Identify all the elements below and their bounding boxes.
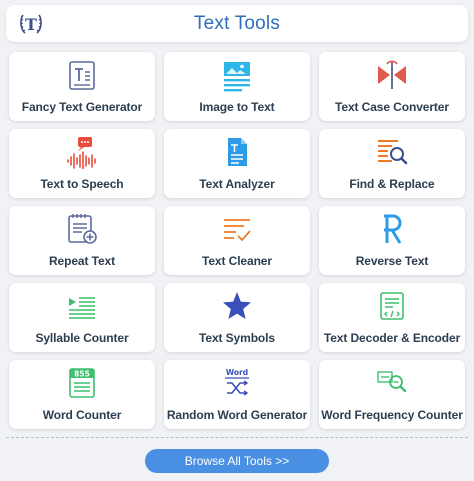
- tool-grid: Fancy Text Generator Image to Text Text …: [9, 52, 465, 429]
- tool-card-word-frequency-counter[interactable]: Word Frequency Counter: [319, 360, 465, 429]
- tool-label: Text Analyzer: [199, 177, 275, 191]
- tool-label: Random Word Generator: [166, 408, 308, 422]
- word-frequency-icon: [377, 371, 407, 393]
- tool-label: Fancy Text Generator: [21, 100, 143, 114]
- find-replace-icon: [378, 140, 408, 165]
- tool-card-text-symbols[interactable]: Text Symbols: [164, 283, 310, 352]
- text-analyzer-icon: [228, 138, 247, 166]
- image-to-text-icon: [224, 62, 250, 92]
- tool-label: Word Counter: [42, 408, 122, 422]
- section-divider: [6, 437, 468, 438]
- fancy-text-icon: [69, 61, 95, 90]
- tool-card-random-word-generator[interactable]: Word Random Word Generator: [164, 360, 310, 429]
- logo-letter: T: [25, 15, 37, 34]
- tool-label: Text to Speech: [40, 177, 124, 191]
- tool-card-image-to-text[interactable]: Image to Text: [164, 52, 310, 121]
- browse-all-tools-button[interactable]: Browse All Tools >>: [145, 449, 329, 473]
- word-counter-icon: 855: [69, 368, 95, 398]
- tool-label: Text Decoder & Encoder: [323, 331, 461, 345]
- tool-label: Reverse Text: [355, 254, 429, 268]
- tool-label: Find & Replace: [349, 177, 435, 191]
- tool-label: Text Symbols: [199, 331, 275, 345]
- tool-card-text-case-converter[interactable]: Text Case Converter: [319, 52, 465, 121]
- tool-card-text-analyzer[interactable]: Text Analyzer: [164, 129, 310, 198]
- tool-card-text-cleaner[interactable]: Text Cleaner: [164, 206, 310, 275]
- page-title: Text Tools: [193, 12, 281, 34]
- text-case-icon: [378, 60, 406, 89]
- tool-card-text-decoder-encoder[interactable]: Text Decoder & Encoder: [319, 283, 465, 352]
- text-to-speech-icon: [67, 137, 96, 169]
- word-counter-number: 855: [74, 370, 90, 379]
- decoder-encoder-icon: [380, 292, 404, 320]
- star-icon: [223, 292, 251, 319]
- tool-card-repeat-text[interactable]: Repeat Text: [9, 206, 155, 275]
- text-cleaner-icon: [224, 219, 251, 242]
- syllable-counter-icon: [69, 297, 95, 319]
- tool-card-word-counter[interactable]: 855 Word Counter: [9, 360, 155, 429]
- tool-label: Text Case Converter: [335, 100, 449, 114]
- tool-label: Text Cleaner: [202, 254, 272, 268]
- tool-label: Word Frequency Counter: [321, 408, 463, 422]
- tool-label: Image to Text: [199, 100, 275, 114]
- random-word-label: Word: [226, 368, 248, 377]
- random-word-icon: Word: [225, 368, 249, 396]
- tool-label: Syllable Counter: [35, 331, 129, 345]
- repeat-text-icon: [68, 214, 97, 244]
- laurel-t-logo-icon[interactable]: T: [17, 10, 45, 38]
- tool-label: Repeat Text: [48, 254, 116, 268]
- tool-card-reverse-text[interactable]: Reverse Text: [319, 206, 465, 275]
- tool-card-find-replace[interactable]: Find & Replace: [319, 129, 465, 198]
- tool-card-syllable-counter[interactable]: Syllable Counter: [9, 283, 155, 352]
- tool-card-text-to-speech[interactable]: Text to Speech: [9, 129, 155, 198]
- tool-card-fancy-text-generator[interactable]: Fancy Text Generator: [9, 52, 155, 121]
- reverse-text-icon: [384, 214, 402, 244]
- header-bar: T Text Tools: [6, 5, 468, 42]
